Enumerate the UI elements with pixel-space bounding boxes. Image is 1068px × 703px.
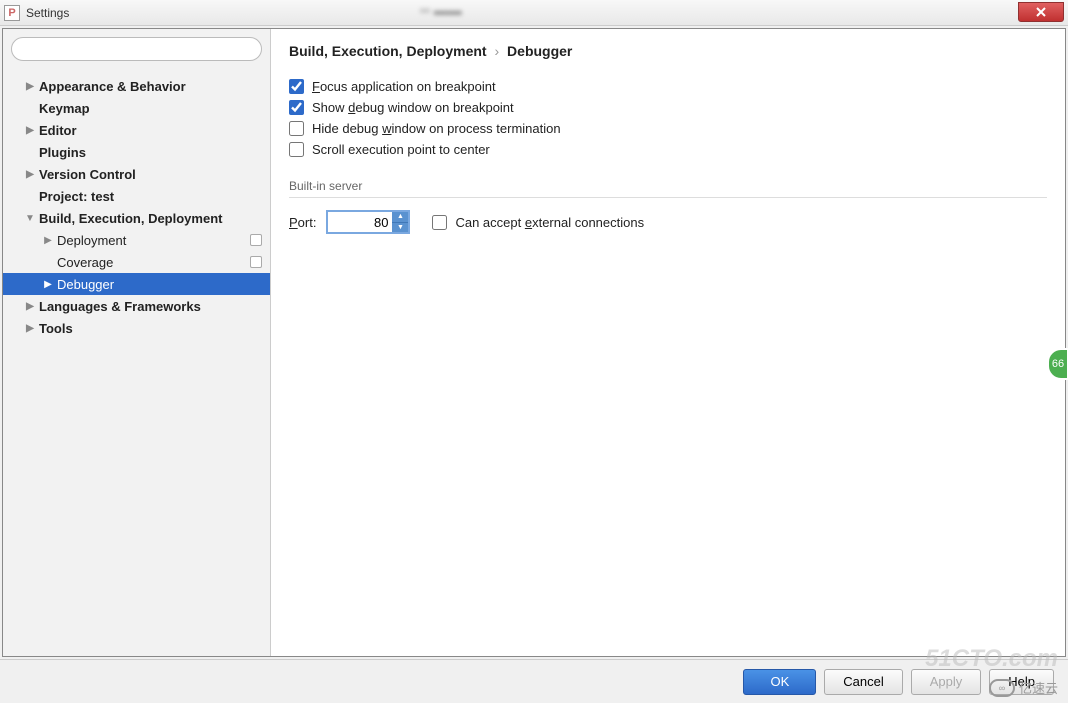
sidebar-item-languages-frameworks[interactable]: ▶Languages & Frameworks (3, 295, 270, 317)
tree-arrow-icon: ▶ (41, 235, 55, 246)
footer: OK Cancel Apply Help (0, 659, 1068, 703)
option-checkbox-0[interactable] (289, 79, 304, 94)
sidebar-item-label: Build, Execution, Deployment (39, 211, 222, 226)
option-row: Focus application on breakpoint (289, 79, 1047, 94)
content-area: ▶Appearance & BehaviorKeymap▶EditorPlugi… (2, 28, 1066, 657)
sidebar: ▶Appearance & BehaviorKeymap▶EditorPlugi… (3, 29, 271, 656)
tree-arrow-icon: ▶ (23, 169, 37, 180)
sidebar-item-label: Keymap (39, 101, 90, 116)
sidebar-item-project-test[interactable]: Project: test (3, 185, 270, 207)
sidebar-item-label: Appearance & Behavior (39, 79, 186, 94)
breadcrumb-parent: Build, Execution, Deployment (289, 43, 487, 59)
titlebar-blur: ═ ▬▬ (420, 2, 462, 18)
tree-arrow-icon: ▶ (23, 81, 37, 92)
option-label: Show debug window on breakpoint (312, 100, 514, 115)
sidebar-item-label: Project: test (39, 189, 114, 204)
sidebar-item-coverage[interactable]: Coverage (3, 251, 270, 273)
sidebar-item-label: Coverage (57, 255, 113, 270)
option-label: Hide debug window on process termination (312, 121, 561, 136)
tree-arrow-icon: ▶ (23, 301, 37, 312)
tree-arrow-icon: ▼ (23, 213, 37, 224)
tree-arrow-icon: ▶ (23, 323, 37, 334)
sidebar-item-label: Version Control (39, 167, 136, 182)
main-panel: Build, Execution, Deployment › Debugger … (271, 29, 1065, 656)
sidebar-item-plugins[interactable]: Plugins (3, 141, 270, 163)
ok-button[interactable]: OK (743, 669, 816, 695)
project-badge-icon (250, 234, 262, 246)
port-input[interactable] (328, 215, 392, 230)
external-connections-checkbox[interactable] (432, 215, 447, 230)
project-badge-icon (250, 256, 262, 268)
window-title: Settings (26, 6, 69, 20)
cancel-button[interactable]: Cancel (824, 669, 902, 695)
option-row: Hide debug window on process termination (289, 121, 1047, 136)
sidebar-item-label: Editor (39, 123, 77, 138)
option-row: Scroll execution point to center (289, 142, 1047, 157)
help-button[interactable]: Help (989, 669, 1054, 695)
apply-button[interactable]: Apply (911, 669, 982, 695)
search-input[interactable] (11, 37, 262, 61)
breadcrumb-current: Debugger (507, 43, 572, 59)
sidebar-item-deployment[interactable]: ▶Deployment (3, 229, 270, 251)
option-label: Focus application on breakpoint (312, 79, 496, 94)
close-icon (1035, 7, 1047, 17)
sidebar-item-tools[interactable]: ▶Tools (3, 317, 270, 339)
option-row: Show debug window on breakpoint (289, 100, 1047, 115)
section-title: Built-in server (289, 179, 1047, 198)
sidebar-item-label: Deployment (57, 233, 126, 248)
sidebar-item-label: Tools (39, 321, 73, 336)
port-up-button[interactable]: ▲ (392, 212, 408, 223)
settings-window: P Settings ═ ▬▬ ▶Appearance & BehaviorKe… (0, 0, 1068, 703)
sidebar-item-build-execution-deployment[interactable]: ▼Build, Execution, Deployment (3, 207, 270, 229)
sidebar-item-label: Plugins (39, 145, 86, 160)
settings-tree: ▶Appearance & BehaviorKeymap▶EditorPlugi… (3, 69, 270, 656)
sidebar-item-appearance-behavior[interactable]: ▶Appearance & Behavior (3, 75, 270, 97)
side-badge: 66 (1047, 348, 1068, 380)
sidebar-item-label: Debugger (57, 277, 114, 292)
tree-arrow-icon: ▶ (41, 279, 55, 290)
app-icon: P (4, 5, 20, 21)
sidebar-item-debugger[interactable]: ▶Debugger (3, 273, 270, 295)
sidebar-item-version-control[interactable]: ▶Version Control (3, 163, 270, 185)
port-down-button[interactable]: ▼ (392, 223, 408, 233)
breadcrumb-separator: › (494, 43, 499, 59)
port-label: Port: (289, 215, 316, 230)
close-button[interactable] (1018, 2, 1064, 22)
tree-arrow-icon: ▶ (23, 125, 37, 136)
sidebar-item-editor[interactable]: ▶Editor (3, 119, 270, 141)
sidebar-item-keymap[interactable]: Keymap (3, 97, 270, 119)
sidebar-item-label: Languages & Frameworks (39, 299, 201, 314)
option-checkbox-3[interactable] (289, 142, 304, 157)
external-connections-label: Can accept external connections (455, 215, 644, 230)
option-checkbox-2[interactable] (289, 121, 304, 136)
option-checkbox-1[interactable] (289, 100, 304, 115)
breadcrumb: Build, Execution, Deployment › Debugger (289, 43, 1047, 59)
port-spinner[interactable]: ▲ ▼ (326, 210, 410, 234)
option-label: Scroll execution point to center (312, 142, 490, 157)
port-row: Port: ▲ ▼ Can accept external connection… (289, 210, 1047, 234)
titlebar[interactable]: P Settings ═ ▬▬ (0, 0, 1068, 26)
